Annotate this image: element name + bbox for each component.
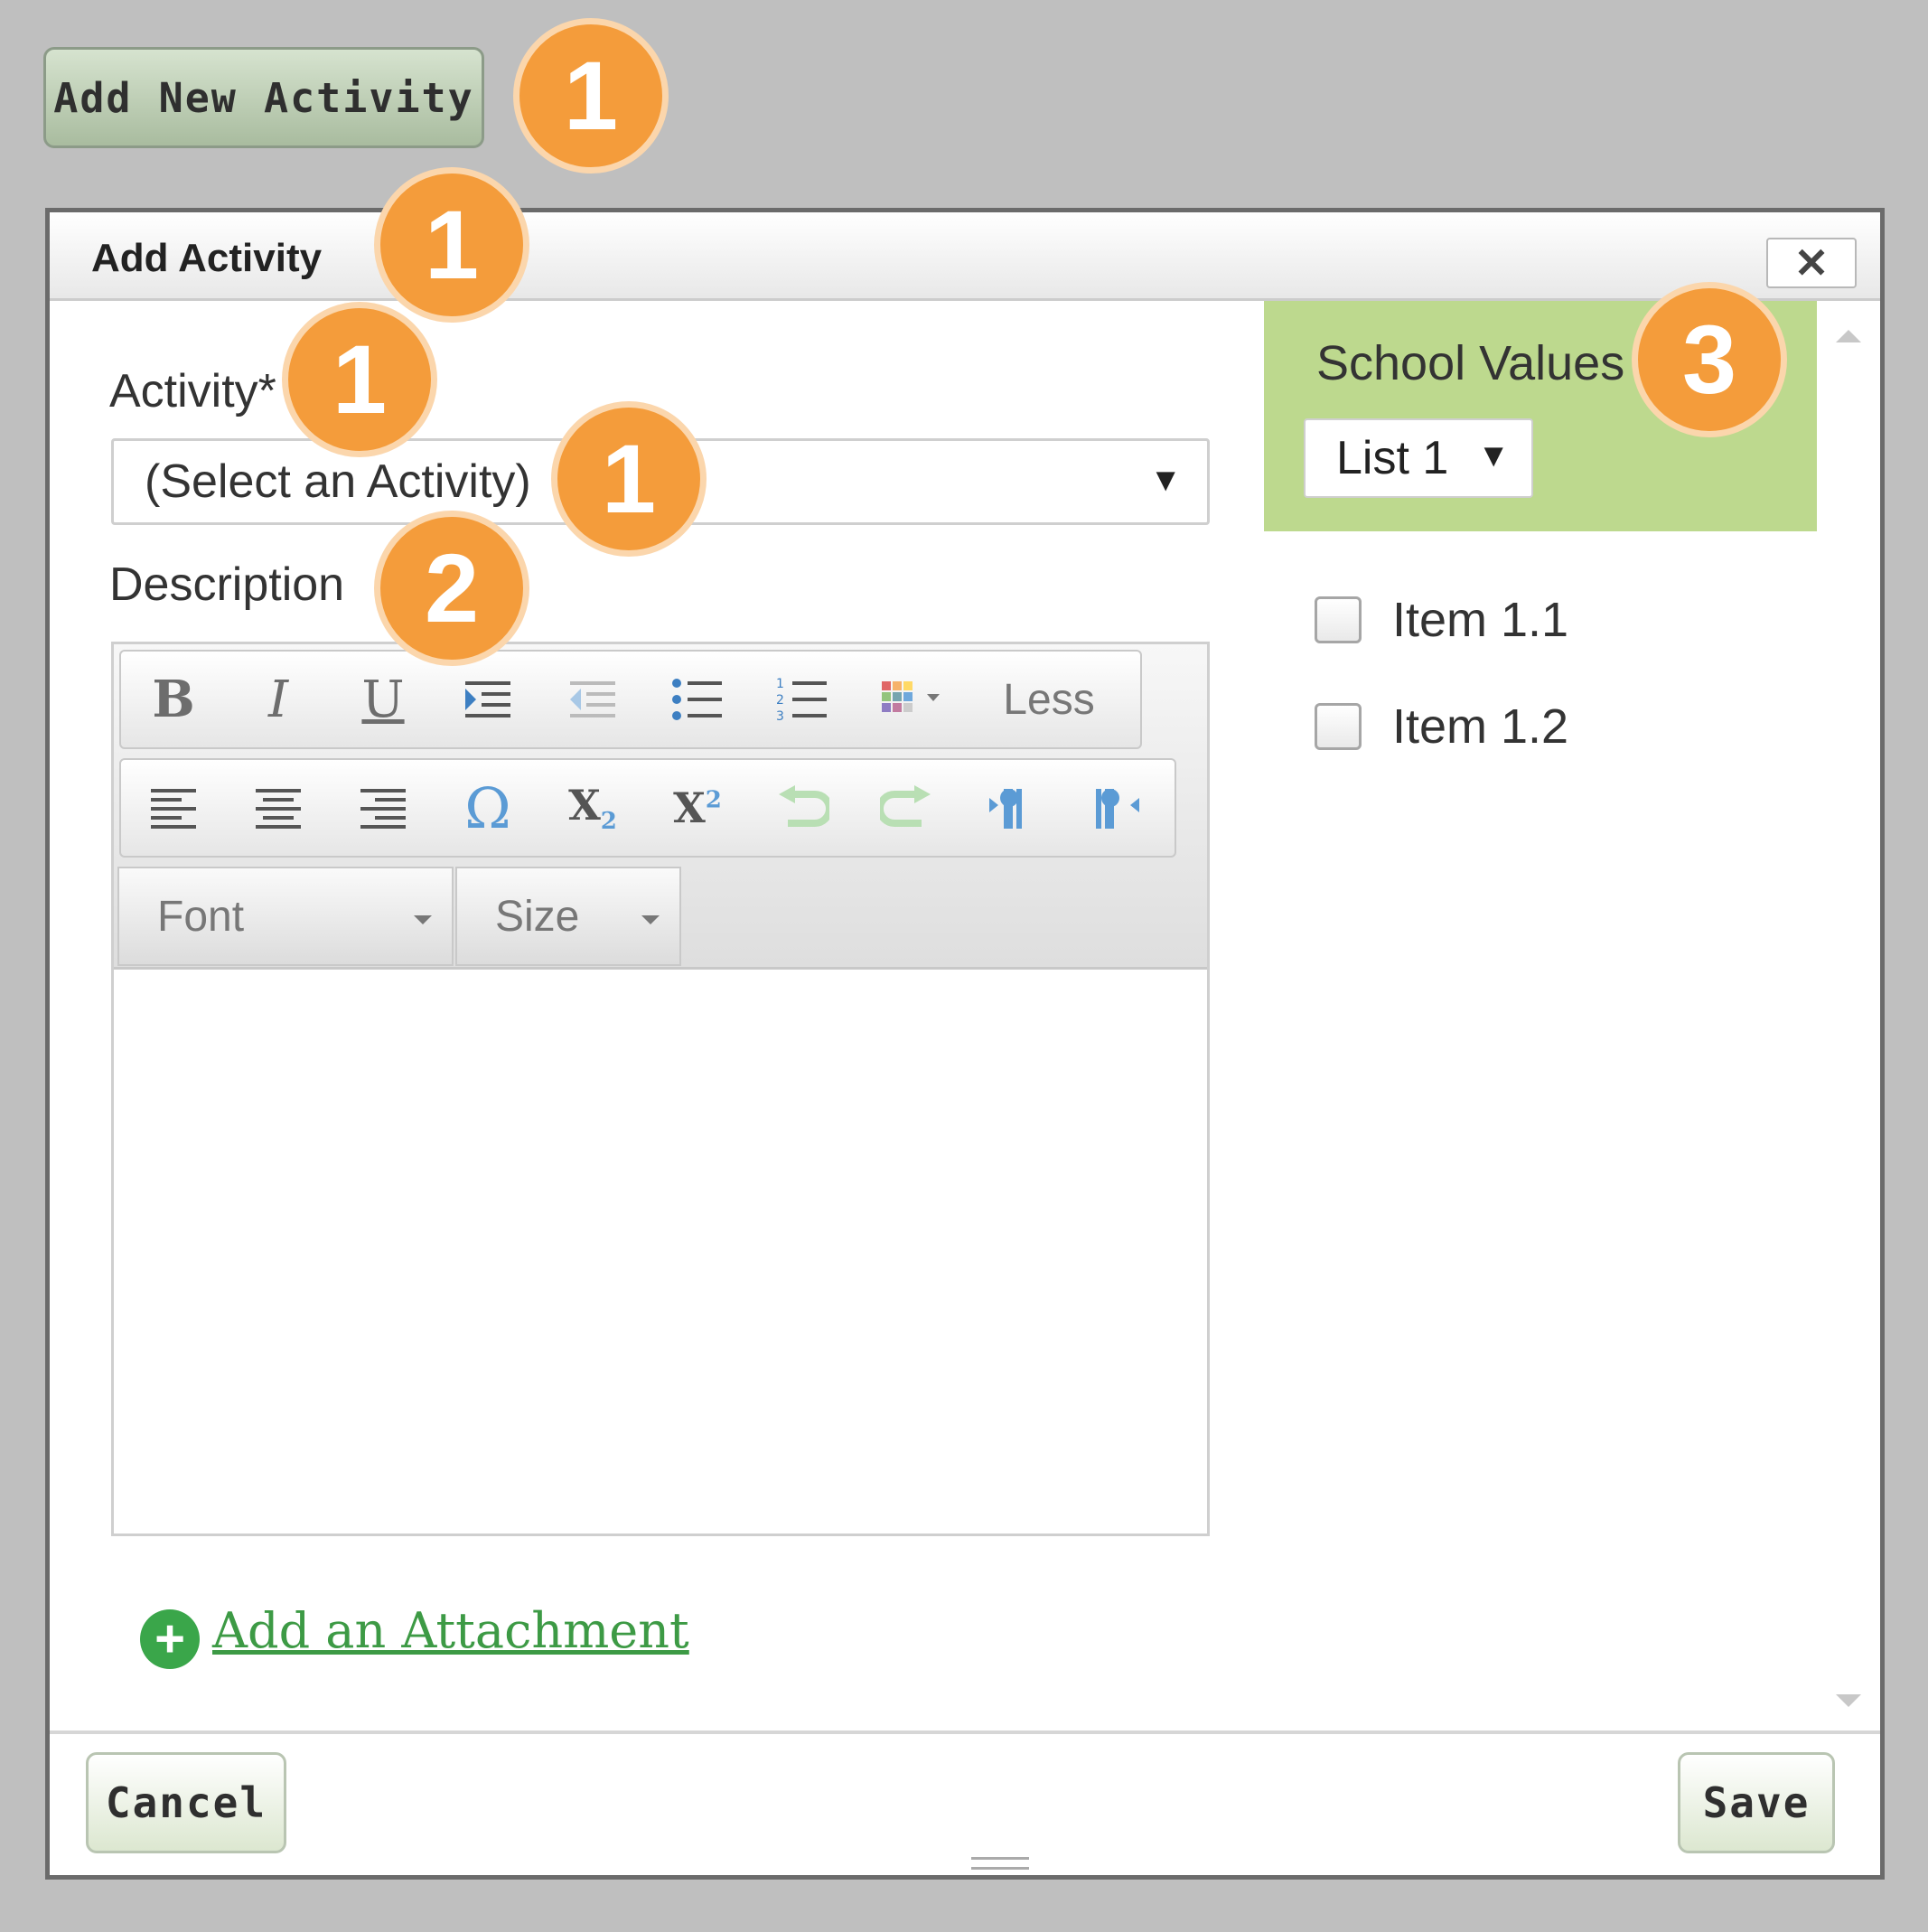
bold-button[interactable]: B [121, 652, 226, 747]
activity-select-value: (Select an Activity) [145, 455, 531, 508]
indent-icon [465, 681, 510, 717]
save-button[interactable]: Save [1678, 1752, 1835, 1853]
description-label: Description [109, 558, 345, 611]
resize-grip-icon[interactable] [971, 1857, 1029, 1870]
value-item[interactable]: Item 1.2 [1315, 699, 1568, 755]
callout-badge-1: 1 [551, 401, 707, 557]
svg-text:3: 3 [776, 709, 784, 723]
value-item[interactable]: Item 1.1 [1315, 592, 1568, 648]
checkbox[interactable] [1315, 596, 1362, 643]
special-char-button[interactable]: Ω [435, 760, 540, 856]
numbered-list-button[interactable]: 1 23 [750, 652, 855, 747]
less-button[interactable]: Less [981, 652, 1117, 747]
rtl-button[interactable] [1064, 760, 1169, 856]
value-item-label: Item 1.2 [1392, 699, 1569, 754]
dialog-title: Add Activity [91, 236, 323, 280]
values-list-select[interactable]: List 1 ▼ [1304, 418, 1533, 498]
size-combo[interactable]: Size [455, 867, 681, 966]
close-icon: ✕ [1793, 239, 1830, 286]
align-right-button[interactable] [331, 760, 435, 856]
align-left-button[interactable] [121, 760, 226, 856]
editor-content-area[interactable] [114, 972, 1207, 1533]
description-editor: B I U 1 23 Less Ω X2 X2 Font Size [111, 642, 1210, 1536]
redo-button[interactable] [855, 760, 959, 856]
dialog-titlebar: Add Activity ✕ [50, 212, 1880, 301]
numbered-list-icon: 1 23 [776, 677, 827, 723]
callout-badge-1: 1 [374, 167, 529, 323]
list-select-value: List 1 [1336, 432, 1449, 484]
scroll-up-icon[interactable] [1836, 330, 1861, 342]
school-values-title: School Values [1316, 336, 1625, 390]
cancel-button[interactable]: Cancel [86, 1752, 286, 1853]
scroll-down-icon[interactable] [1836, 1694, 1861, 1707]
toolbar-row-2: Ω X2 X2 [119, 758, 1176, 858]
callout-badge-2: 2 [374, 511, 529, 666]
dropdown-arrow-icon: ▼ [1477, 436, 1510, 474]
rtl-icon [1096, 789, 1139, 829]
add-circle-icon[interactable]: + [140, 1609, 200, 1669]
close-button[interactable]: ✕ [1766, 238, 1857, 288]
superscript-button[interactable]: X2 [645, 760, 750, 856]
svg-text:2: 2 [776, 693, 784, 708]
outdent-button[interactable] [540, 652, 645, 747]
callout-badge-3: 3 [1632, 282, 1787, 437]
subscript-button[interactable]: X2 [540, 760, 645, 856]
size-combo-label: Size [495, 892, 580, 941]
editor-toolbar: B I U 1 23 Less Ω X2 X2 Font Size [114, 644, 1207, 970]
font-combo[interactable]: Font [117, 867, 454, 966]
add-new-activity-button[interactable]: Add New Activity [43, 47, 484, 148]
checkbox[interactable] [1315, 703, 1362, 750]
svg-text:1: 1 [776, 677, 784, 691]
bulleted-list-icon [672, 679, 722, 720]
subscript-icon: X2 [568, 780, 617, 836]
value-item-label: Item 1.1 [1392, 593, 1569, 647]
align-left-icon [151, 789, 196, 829]
undo-button[interactable] [750, 760, 855, 856]
chevron-down-icon [414, 915, 432, 924]
align-center-button[interactable] [226, 760, 331, 856]
callout-badge-1: 1 [513, 18, 669, 174]
align-center-icon [256, 789, 301, 829]
toolbar-row-1: B I U 1 23 Less [119, 650, 1142, 749]
color-grid-icon [882, 681, 940, 712]
superscript-icon: X2 [673, 783, 722, 832]
ltr-button[interactable] [959, 760, 1064, 856]
color-grid-button[interactable] [855, 652, 981, 747]
italic-button[interactable]: I [226, 652, 331, 747]
bulleted-list-button[interactable] [645, 652, 750, 747]
add-attachment-link[interactable]: Add an Attachment [212, 1602, 689, 1659]
undo-icon [779, 785, 829, 827]
add-activity-dialog: Add Activity ✕ Activity* (Select an Acti… [45, 208, 1885, 1880]
activity-label: Activity* [109, 365, 276, 417]
outdent-icon [570, 681, 615, 717]
omega-icon: Ω [464, 774, 511, 841]
redo-icon [880, 785, 931, 827]
callout-badge-1: 1 [282, 302, 437, 457]
underline-button[interactable]: U [331, 652, 435, 747]
dropdown-arrow-icon: ▼ [1149, 461, 1182, 498]
font-combo-label: Font [157, 892, 245, 941]
align-right-icon [360, 789, 406, 829]
chevron-down-icon [641, 915, 660, 924]
dialog-footer: Cancel Save [50, 1730, 1880, 1875]
ltr-icon [989, 789, 1022, 829]
